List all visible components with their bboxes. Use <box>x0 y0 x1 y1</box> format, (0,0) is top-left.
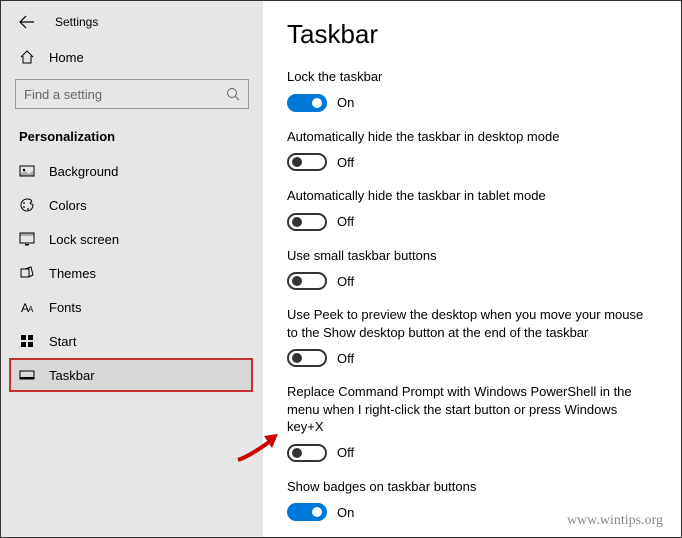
sidebar-item-label: Start <box>49 334 76 349</box>
setting-lock-taskbar: Lock the taskbar On <box>287 68 657 112</box>
sidebar: Settings Home Personalization Background <box>1 1 263 537</box>
sidebar-item-label: Background <box>49 164 118 179</box>
setting-autohide-tablet: Automatically hide the taskbar in tablet… <box>287 187 657 231</box>
setting-autohide-desktop: Automatically hide the taskbar in deskto… <box>287 128 657 172</box>
nav-home[interactable]: Home <box>1 41 263 73</box>
page-title: Taskbar <box>287 19 657 50</box>
setting-label: Replace Command Prompt with Windows Powe… <box>287 383 657 436</box>
setting-label: Use Peek to preview the desktop when you… <box>287 306 657 341</box>
toggle-lock-taskbar[interactable] <box>287 94 327 112</box>
category-title: Personalization <box>1 123 263 154</box>
sidebar-item-start[interactable]: Start <box>1 324 263 358</box>
setting-peek: Use Peek to preview the desktop when you… <box>287 306 657 367</box>
picture-icon <box>19 163 35 179</box>
palette-icon <box>19 197 35 213</box>
toggle-autohide-desktop[interactable] <box>287 153 327 171</box>
nav-home-label: Home <box>49 50 84 65</box>
setting-replace-powershell: Replace Command Prompt with Windows Powe… <box>287 383 657 462</box>
window-title: Settings <box>55 15 98 29</box>
toggle-state: Off <box>337 214 354 229</box>
toggle-state: On <box>337 505 354 520</box>
setting-label: Automatically hide the taskbar in deskto… <box>287 128 657 146</box>
sidebar-item-themes[interactable]: Themes <box>1 256 263 290</box>
themes-icon <box>19 265 35 281</box>
toggle-state: Off <box>337 351 354 366</box>
toggle-small-buttons[interactable] <box>287 272 327 290</box>
setting-label: Lock the taskbar <box>287 68 657 86</box>
setting-label: Use small taskbar buttons <box>287 247 657 265</box>
watermark: www.wintips.org <box>567 513 663 529</box>
toggle-replace-powershell[interactable] <box>287 444 327 462</box>
svg-text:A: A <box>28 305 34 314</box>
main-content: Taskbar Lock the taskbar On Automaticall… <box>263 1 681 537</box>
sidebar-item-colors[interactable]: Colors <box>1 188 263 222</box>
sidebar-item-taskbar[interactable]: Taskbar <box>9 358 253 392</box>
sidebar-item-fonts[interactable]: AA Fonts <box>1 290 263 324</box>
sidebar-item-label: Fonts <box>49 300 82 315</box>
toggle-state: Off <box>337 445 354 460</box>
sidebar-item-lockscreen[interactable]: Lock screen <box>1 222 263 256</box>
sidebar-item-background[interactable]: Background <box>1 154 263 188</box>
setting-small-buttons: Use small taskbar buttons Off <box>287 247 657 291</box>
sidebar-item-label: Taskbar <box>49 368 95 383</box>
toggle-state: On <box>337 95 354 110</box>
search-icon <box>226 87 240 101</box>
toggle-state: Off <box>337 274 354 289</box>
toggle-peek[interactable] <box>287 349 327 367</box>
setting-label: Automatically hide the taskbar in tablet… <box>287 187 657 205</box>
back-button[interactable] <box>19 15 35 29</box>
toggle-autohide-tablet[interactable] <box>287 213 327 231</box>
setting-label: Show badges on taskbar buttons <box>287 478 657 496</box>
toggle-state: Off <box>337 155 354 170</box>
sidebar-item-label: Colors <box>49 198 87 213</box>
lockscreen-icon <box>19 231 35 247</box>
taskbar-icon <box>19 367 35 383</box>
fonts-icon: AA <box>19 299 35 315</box>
sidebar-item-label: Lock screen <box>49 232 119 247</box>
toggle-badges[interactable] <box>287 503 327 521</box>
sidebar-item-label: Themes <box>49 266 96 281</box>
home-icon <box>19 49 35 65</box>
search-field[interactable] <box>24 87 226 102</box>
start-icon <box>19 333 35 349</box>
search-input[interactable] <box>15 79 249 109</box>
